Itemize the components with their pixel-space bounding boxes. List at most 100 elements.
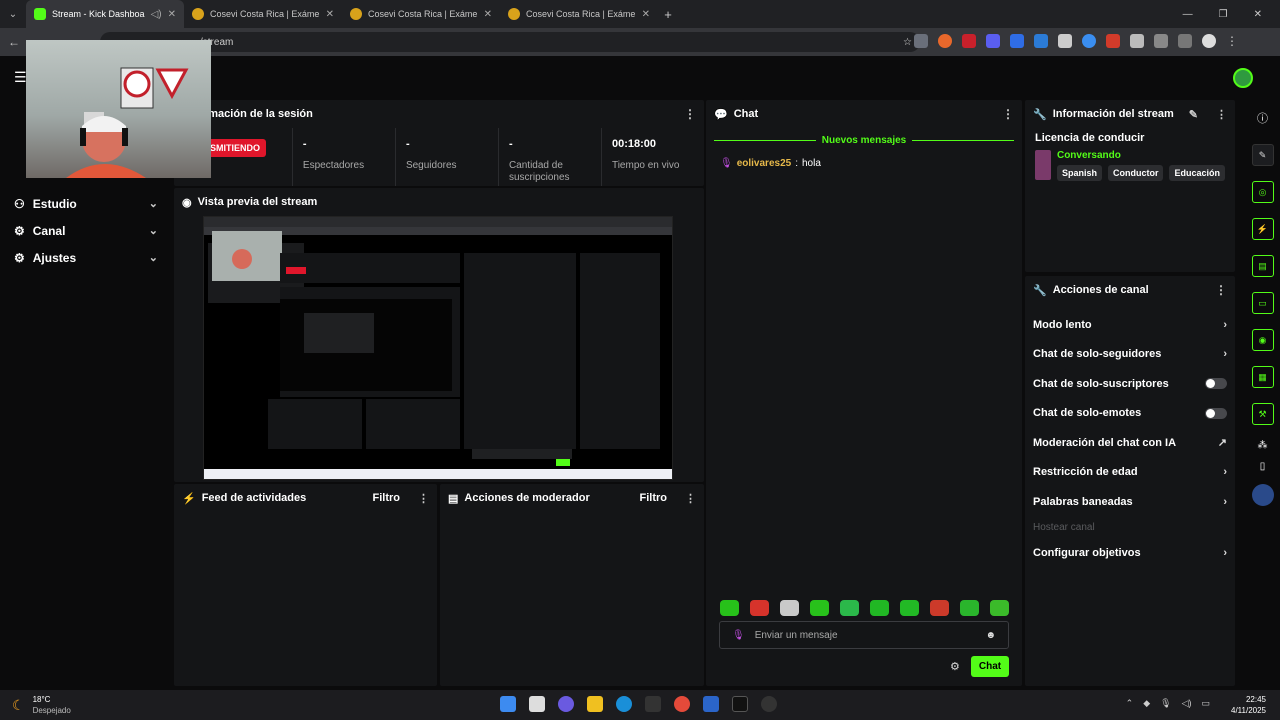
queue-icon[interactable] — [1178, 34, 1192, 48]
extension-icon[interactable] — [1106, 34, 1120, 48]
extension-icon[interactable] — [1034, 34, 1048, 48]
emote-icon[interactable] — [870, 600, 889, 616]
back-icon[interactable]: ← — [8, 35, 20, 49]
nav-item-ajustes[interactable]: ⚙ Ajustes ⌄ — [0, 244, 172, 271]
chat-input[interactable]: 🎙 Enviar un mensaje ☻ — [719, 621, 1009, 649]
emote-icon[interactable] — [990, 600, 1009, 616]
emote-icon[interactable] — [960, 600, 979, 616]
edge-icon[interactable] — [616, 696, 632, 712]
battery-icon[interactable]: ▭ — [1201, 698, 1210, 709]
task-view-icon[interactable] — [529, 696, 545, 712]
action-configure-goals[interactable]: Configurar objetivos › — [1025, 539, 1235, 569]
new-tab-button[interactable]: + — [658, 7, 678, 22]
chevron-up-icon[interactable]: ⌃ — [1126, 698, 1134, 709]
user-avatar[interactable] — [1233, 68, 1253, 88]
nav-item-estudio[interactable]: ⚇ Estudio ⌄ — [0, 190, 172, 217]
windows-start-icon[interactable] — [500, 696, 516, 712]
category-name[interactable]: Conversando — [1057, 150, 1225, 161]
tab-search-icon[interactable]: ⌄ — [0, 9, 26, 20]
extension-icon[interactable] — [1058, 34, 1072, 48]
subscribers-only-toggle[interactable] — [1205, 378, 1227, 390]
chat-username[interactable]: eolivares25 — [737, 158, 792, 169]
close-icon[interactable]: ✕ — [168, 9, 176, 20]
app-icon[interactable] — [645, 696, 661, 712]
more-options-icon[interactable]: ⋮ — [684, 107, 696, 121]
hamburger-menu-icon[interactable]: ☰ — [14, 69, 27, 86]
more-options-icon[interactable]: ⋮ — [1002, 107, 1014, 121]
url-field[interactable]: /stream ☆ — [100, 32, 920, 52]
emote-icon[interactable] — [780, 600, 799, 616]
globe-icon[interactable] — [1251, 484, 1274, 506]
bookmark-star-icon[interactable]: ☆ — [903, 37, 912, 48]
mic-icon[interactable]: 🎙 — [732, 630, 745, 641]
edit-pencil-icon[interactable]: ✎ — [1189, 108, 1198, 121]
close-icon[interactable]: ✕ — [484, 9, 492, 20]
info-icon[interactable]: ⓘ — [1245, 110, 1280, 126]
profile-avatar[interactable] — [1202, 34, 1216, 48]
volume-icon[interactable]: ◁) — [1182, 698, 1192, 709]
extension-icon[interactable] — [1082, 34, 1096, 48]
chat-icon[interactable]: ▭ — [1251, 292, 1274, 314]
action-banned-words[interactable]: Palabras baneadas › — [1025, 487, 1235, 517]
filter-button[interactable]: Filtro — [640, 492, 668, 504]
restore-icon[interactable]: ❐ — [1219, 9, 1228, 20]
document-icon[interactable]: ▤ — [1251, 255, 1274, 277]
tab-cosevi-2[interactable]: Cosevi Costa Rica | Exámenes Te ✕ — [342, 0, 500, 28]
edit-icon[interactable]: ✎ — [1251, 144, 1274, 166]
extension-icon[interactable] — [962, 34, 976, 48]
more-options-icon[interactable]: ⋮ — [418, 492, 429, 505]
emote-icon[interactable] — [720, 600, 739, 616]
apps-icon[interactable]: ⁂ — [1245, 440, 1280, 451]
emotes-only-toggle[interactable] — [1205, 407, 1227, 419]
emoji-picker-icon[interactable]: ☻ — [985, 630, 996, 641]
mic-icon[interactable]: 🎙 — [1160, 698, 1171, 709]
action-followers-only[interactable]: Chat de solo-seguidores › — [1025, 340, 1235, 370]
camera-icon[interactable]: ◎ — [1251, 181, 1274, 203]
close-icon[interactable]: ✕ — [642, 9, 650, 20]
filter-button[interactable]: Filtro — [373, 492, 401, 504]
close-icon[interactable]: ✕ — [326, 9, 334, 20]
broadcast-icon[interactable]: ◉ — [1251, 329, 1274, 351]
window-close-icon[interactable]: ✕ — [1254, 9, 1262, 20]
wrench-icon[interactable]: ⚒ — [1251, 403, 1274, 425]
lightning-icon[interactable]: ⚡ — [1251, 218, 1274, 240]
minimize-icon[interactable]: — — [1183, 9, 1193, 20]
chrome-icon[interactable] — [674, 696, 690, 712]
action-label: Hostear canal — [1033, 522, 1095, 533]
file-explorer-icon[interactable] — [587, 696, 603, 712]
stream-preview-video[interactable] — [203, 216, 673, 480]
extension-icon[interactable] — [1010, 34, 1024, 48]
action-slow-mode[interactable]: Modo lento › — [1025, 310, 1235, 340]
speaker-icon[interactable]: ◁) — [151, 9, 162, 20]
tab-cosevi-1[interactable]: Cosevi Costa Rica | Exámenes Te ✕ — [184, 0, 342, 28]
chat-settings-gear-icon[interactable]: ⚙ — [950, 660, 960, 673]
emote-icon[interactable] — [840, 600, 859, 616]
tab-cosevi-3[interactable]: Cosevi Costa Rica | Exámenes Te ✕ — [500, 0, 658, 28]
obs-icon[interactable] — [761, 696, 777, 712]
menu-dots-icon[interactable]: ⋮ — [1226, 34, 1240, 48]
action-age-restriction[interactable]: Restricción de edad › — [1025, 458, 1235, 488]
layout-icon[interactable]: ▦ — [1251, 366, 1274, 388]
tiktok-icon[interactable] — [732, 696, 748, 712]
extension-icon[interactable] — [914, 34, 928, 48]
more-options-icon[interactable]: ⋮ — [685, 492, 696, 505]
external-link-icon: ↗ — [1217, 437, 1227, 450]
puzzle-icon[interactable] — [1154, 34, 1168, 48]
store-icon[interactable] — [703, 696, 719, 712]
emote-icon[interactable] — [900, 600, 919, 616]
extension-icon[interactable] — [986, 34, 1000, 48]
book-icon[interactable]: ▯ — [1245, 461, 1280, 472]
tab-kick-dashboard[interactable]: Stream - Kick Dashboard ◁) ✕ — [26, 0, 184, 28]
shield-icon[interactable] — [1130, 34, 1144, 48]
extension-icon[interactable] — [938, 34, 952, 48]
chat-send-button[interactable]: Chat — [971, 656, 1009, 677]
more-options-icon[interactable]: ⋮ — [1216, 108, 1227, 121]
tray-icon[interactable]: ◆ — [1143, 698, 1150, 709]
copilot-icon[interactable] — [558, 696, 574, 712]
emote-icon[interactable] — [810, 600, 829, 616]
action-ai-moderation[interactable]: Moderación del chat con IA ↗ — [1025, 428, 1235, 458]
emote-icon[interactable] — [930, 600, 949, 616]
emote-icon[interactable] — [750, 600, 769, 616]
more-options-icon[interactable]: ⋮ — [1215, 283, 1227, 297]
nav-item-canal[interactable]: ⚙ Canal ⌄ — [0, 217, 172, 244]
